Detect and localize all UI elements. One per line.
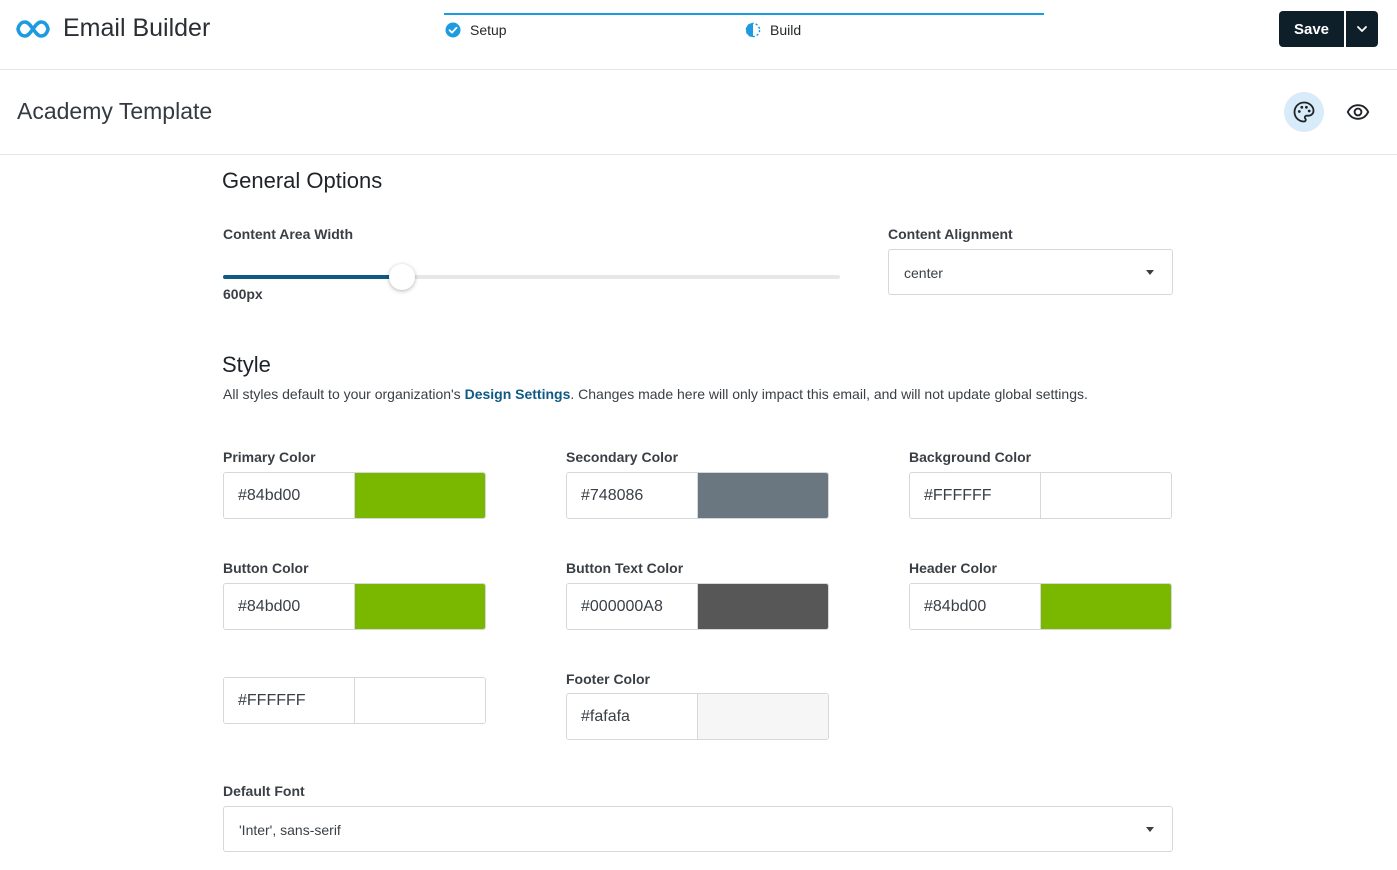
step-build-label: Build bbox=[770, 22, 802, 38]
content-width-value: 600px bbox=[223, 286, 263, 302]
check-circle-icon bbox=[445, 22, 461, 38]
unlabeled-color-swatch[interactable] bbox=[355, 678, 485, 723]
background-color-field bbox=[909, 472, 1172, 519]
background-color-swatch[interactable] bbox=[1041, 473, 1171, 518]
secondary-color-field bbox=[566, 472, 829, 519]
save-options-button[interactable] bbox=[1346, 11, 1378, 47]
app-title: Email Builder bbox=[63, 14, 211, 42]
button-text-color-field bbox=[566, 583, 829, 630]
step-setup[interactable]: Setup bbox=[445, 22, 507, 38]
background-color-input[interactable] bbox=[910, 473, 1041, 518]
save-button[interactable]: Save bbox=[1279, 11, 1344, 47]
step-setup-label: Setup bbox=[470, 22, 507, 38]
top-bar: Email Builder Setup Build Save bbox=[0, 0, 1397, 70]
button-text-color-input[interactable] bbox=[567, 584, 698, 629]
footer-color-field bbox=[566, 693, 829, 740]
default-font-label: Default Font bbox=[223, 783, 305, 799]
half-circle-icon bbox=[745, 22, 761, 38]
content-alignment-select[interactable]: center bbox=[888, 249, 1173, 295]
button-text-color-label: Button Text Color bbox=[566, 560, 684, 576]
content-alignment-value: center bbox=[904, 265, 943, 281]
background-color-label: Background Color bbox=[909, 449, 1032, 465]
button-color-label: Button Color bbox=[223, 560, 309, 576]
secondary-color-swatch[interactable] bbox=[698, 473, 828, 518]
default-font-select[interactable]: 'Inter', sans-serif bbox=[223, 806, 1173, 852]
general-options-heading: General Options bbox=[222, 168, 383, 193]
content-width-label: Content Area Width bbox=[223, 226, 354, 242]
footer-color-swatch[interactable] bbox=[698, 694, 828, 739]
default-font-value: 'Inter', sans-serif bbox=[239, 822, 341, 838]
description-text: All styles default to your organization'… bbox=[223, 386, 465, 402]
primary-color-field bbox=[223, 472, 486, 519]
caret-down-icon bbox=[1146, 270, 1154, 275]
footer-color-input[interactable] bbox=[567, 694, 698, 739]
primary-color-label: Primary Color bbox=[223, 449, 316, 465]
eye-icon bbox=[1346, 104, 1370, 120]
chevron-down-icon bbox=[1357, 26, 1367, 32]
style-description: All styles default to your organization'… bbox=[223, 386, 1088, 402]
button-color-swatch[interactable] bbox=[355, 584, 485, 629]
design-settings-link[interactable]: Design Settings bbox=[465, 386, 571, 402]
description-text-end: . Changes made here will only impact thi… bbox=[570, 386, 1088, 402]
header-color-label: Header Color bbox=[909, 560, 997, 576]
infinity-logo-icon bbox=[16, 20, 50, 38]
preview-button[interactable] bbox=[1338, 92, 1378, 132]
step-build[interactable]: Build bbox=[745, 22, 801, 38]
button-text-color-swatch[interactable] bbox=[698, 584, 828, 629]
caret-down-icon bbox=[1146, 827, 1154, 832]
content-alignment-label: Content Alignment bbox=[888, 226, 1013, 242]
secondary-color-input[interactable] bbox=[567, 473, 698, 518]
template-header: Academy Template bbox=[0, 70, 1397, 155]
content-width-slider[interactable] bbox=[223, 275, 840, 279]
unlabeled-color-input[interactable] bbox=[224, 678, 355, 723]
slider-fill bbox=[223, 275, 402, 279]
primary-color-input[interactable] bbox=[224, 473, 355, 518]
button-color-input[interactable] bbox=[224, 584, 355, 629]
button-color-field bbox=[223, 583, 486, 630]
stepper-progress-line bbox=[444, 13, 1044, 15]
footer-color-label: Footer Color bbox=[566, 671, 650, 687]
design-palette-button[interactable] bbox=[1284, 92, 1324, 132]
progress-stepper: Setup Build bbox=[444, 13, 1044, 53]
palette-icon bbox=[1293, 101, 1315, 123]
header-color-input[interactable] bbox=[910, 584, 1041, 629]
header-color-swatch[interactable] bbox=[1041, 584, 1171, 629]
unlabeled-color-field bbox=[223, 677, 486, 724]
template-title: Academy Template bbox=[17, 98, 213, 124]
slider-handle[interactable] bbox=[388, 264, 415, 290]
style-heading: Style bbox=[222, 352, 271, 377]
header-color-field bbox=[909, 583, 1172, 630]
primary-color-swatch[interactable] bbox=[355, 473, 485, 518]
secondary-color-label: Secondary Color bbox=[566, 449, 679, 465]
